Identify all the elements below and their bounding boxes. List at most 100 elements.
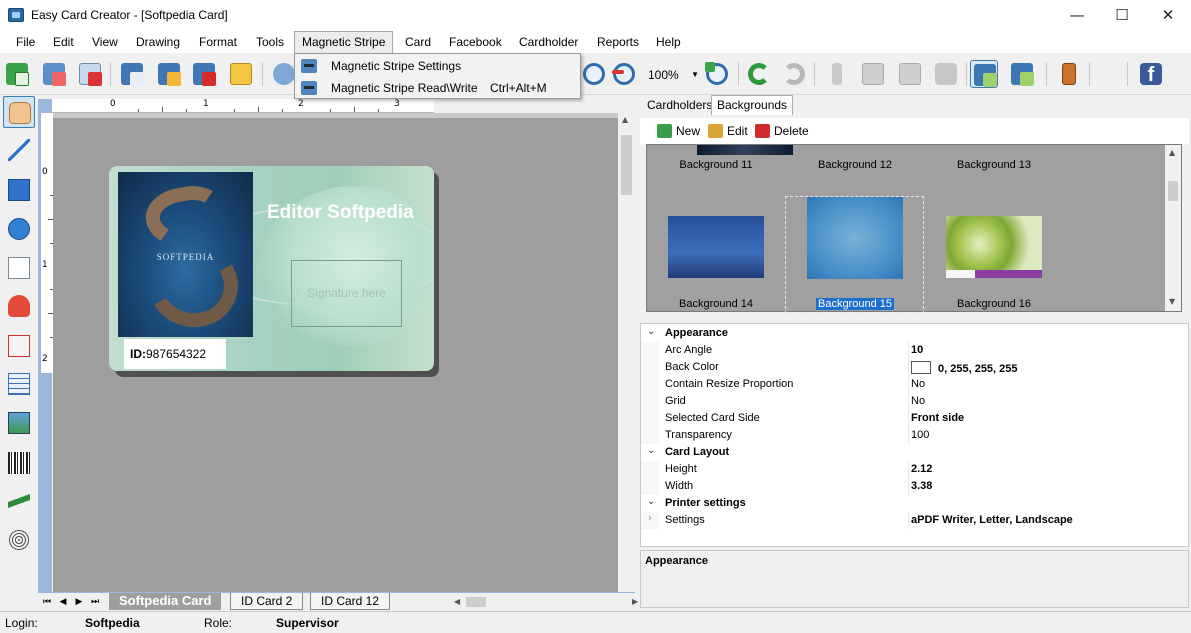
text-tool-icon[interactable] [3,252,35,284]
zoom-fit-icon[interactable] [703,60,731,88]
property-value-color[interactable]: 0, 255, 255, 255 [911,361,1018,375]
menu-view[interactable]: View [85,31,125,53]
open-folder-icon[interactable] [227,60,255,88]
menu-help[interactable]: Help [649,31,688,53]
property-value[interactable]: 2.12 [911,463,932,475]
delete-icon[interactable] [932,60,960,88]
scroll-down-arrow-icon[interactable]: ▼ [1169,297,1175,306]
background-thumb[interactable] [697,145,793,155]
menu-magnetic-stripe[interactable]: Magnetic Stripe [294,31,394,53]
pointer-hand-icon[interactable] [3,96,35,128]
property-value[interactable]: No [911,378,925,390]
property-category[interactable]: ⌄ Printer settings [641,495,1188,512]
cut-icon[interactable] [823,60,851,88]
menu-tools[interactable]: Tools [249,31,291,53]
cardholder-photo[interactable]: SOFTPEDIA [118,172,253,337]
property-row[interactable]: Arc Angle 10 [641,342,1188,359]
property-row[interactable]: Height 2.12 [641,461,1188,478]
menu-file[interactable]: File [9,31,42,53]
menu-item-magnetic-stripe-settings[interactable]: Magnetic Stripe Settings [295,55,580,77]
expand-arrow-icon[interactable]: › [648,513,652,524]
tab-backgrounds[interactable]: Backgrounds [711,95,794,115]
paste-icon[interactable] [896,60,924,88]
next-sheet-button[interactable]: ▶ [72,595,86,609]
canvas-horizontal-scrollbar[interactable]: ◀ ▶ [452,595,642,609]
barcode-tool-icon[interactable] [3,447,35,479]
menu-edit[interactable]: Edit [46,31,81,53]
property-value[interactable]: Front side [911,412,964,424]
fingerprint-tool-icon[interactable] [3,524,35,556]
scrollbar-thumb[interactable] [621,135,632,195]
cardholder-photo-icon[interactable] [3,290,35,322]
menu-facebook[interactable]: Facebook [442,31,509,53]
card-name-text[interactable]: Editor Softpedia [267,202,414,224]
scroll-left-arrow-icon[interactable]: ◀ [454,597,460,606]
card-properties-icon[interactable] [40,60,68,88]
property-row[interactable]: Selected Card Side Front side [641,410,1188,427]
signature-box[interactable]: Signature here [291,260,402,327]
collapse-chevron-icon[interactable]: ⌄ [647,326,655,337]
delete-card-icon[interactable] [76,60,104,88]
delete-background-button[interactable]: Delete [755,123,811,139]
property-row[interactable]: Contain Resize Proportion No [641,376,1188,393]
property-row[interactable]: › Settings aPDF Writer, Letter, Landscap… [641,512,1188,529]
property-row[interactable]: Back Color 0, 255, 255, 255 [641,359,1188,376]
table-tool-icon[interactable] [3,368,35,400]
property-category[interactable]: ⌄ Card Layout [641,444,1188,461]
property-value[interactable]: No [911,395,925,407]
menu-format[interactable]: Format [192,31,244,53]
rectangle-tool-icon[interactable] [3,174,35,206]
tab-cardholders[interactable]: Cardholders [642,96,717,115]
menu-drawing[interactable]: Drawing [129,31,187,53]
collapse-chevron-icon[interactable]: ⌄ [647,445,655,456]
scrollbar-thumb[interactable] [466,597,486,607]
image-tool-icon[interactable] [3,407,35,439]
scrollbar-thumb[interactable] [1168,181,1178,201]
signature-tool-icon[interactable] [3,485,35,517]
card-id-field[interactable]: ID:987654322 [124,339,226,369]
remove-item-icon[interactable] [190,60,218,88]
copy-icon[interactable] [859,60,887,88]
close-button[interactable]: ✕ [1145,0,1191,31]
zoom-out-icon[interactable] [610,60,638,88]
back-side-icon[interactable] [1008,60,1036,88]
data-field-icon[interactable] [3,330,35,362]
edit-background-button[interactable]: Edit [708,123,754,139]
sheet-tab-id-card-2[interactable]: ID Card 2 [230,593,304,610]
edit-item-icon[interactable] [155,60,183,88]
zoom-select[interactable]: 100% ▼ [645,65,701,85]
sheet-tab-id-card-12[interactable]: ID Card 12 [310,593,391,610]
scroll-up-arrow-icon[interactable]: ▲ [622,115,628,124]
undo-icon[interactable] [745,60,773,88]
property-value[interactable]: 10 [911,344,923,356]
new-background-button[interactable]: New [657,123,707,139]
zoom-in-icon[interactable] [580,60,608,88]
exit-door-icon[interactable] [1055,60,1083,88]
minimize-button[interactable]: — [1054,0,1100,31]
maximize-button[interactable]: ☐ [1099,0,1145,31]
background-thumb[interactable] [668,216,764,278]
facebook-icon[interactable]: f [1137,60,1165,88]
property-row[interactable]: Transparency 100 [641,427,1188,444]
new-card-icon[interactable] [3,60,31,88]
last-sheet-button[interactable]: ⏭ [88,595,102,609]
canvas-vertical-scrollbar[interactable]: ▲ [618,113,635,592]
line-tool-icon[interactable] [3,134,35,166]
front-side-icon[interactable] [970,60,998,88]
scroll-up-arrow-icon[interactable]: ▲ [1169,148,1175,157]
property-value[interactable]: aPDF Writer, Letter, Landscape [911,514,1073,526]
id-card[interactable]: SOFTPEDIA Editor Softpedia Signature her… [109,166,434,371]
ellipse-tool-icon[interactable] [3,213,35,245]
background-thumb[interactable] [946,216,1042,278]
redo-icon[interactable] [780,60,808,88]
menu-item-magnetic-stripe-readwrite[interactable]: Magnetic Stripe Read\Write Ctrl+Alt+M [295,77,580,99]
collapse-chevron-icon[interactable]: ⌄ [647,496,655,507]
property-row[interactable]: Width 3.38 [641,478,1188,495]
property-value[interactable]: 100 [911,429,929,441]
property-category[interactable]: ⌄ Appearance [641,325,1188,342]
menu-reports[interactable]: Reports [590,31,646,53]
property-value[interactable]: 3.38 [911,480,932,492]
sheet-tab-softpedia-card[interactable]: Softpedia Card [109,593,222,610]
menu-cardholder[interactable]: Cardholder [512,31,585,53]
add-item-icon[interactable] [118,60,146,88]
